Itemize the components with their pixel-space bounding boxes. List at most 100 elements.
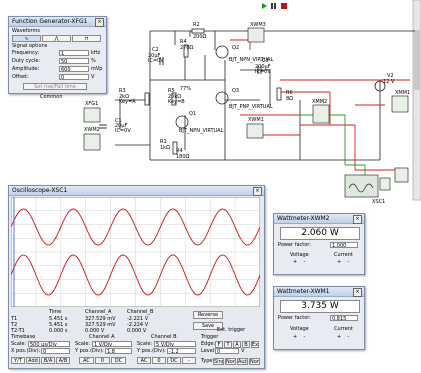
timebase-mode-button[interactable]: Y/T <box>11 357 25 364</box>
channel-a-coupling-button[interactable]: AC <box>79 357 94 364</box>
close-icon[interactable]: × <box>353 288 362 297</box>
wattmeter-xwm2-window[interactable]: Wattmeter-XWM2 × 2.060 W Power factor: 1… <box>273 213 365 275</box>
channel-b-coupling-button[interactable]: DC <box>167 357 181 364</box>
timebase-scale-field[interactable]: 500 µs/Div <box>28 341 70 347</box>
channel-b-coupling-button[interactable]: 0 <box>152 357 166 364</box>
timebase-mode-button[interactable]: A/B <box>56 357 70 364</box>
channel-a-ypos-field[interactable]: 1.8 <box>105 348 132 354</box>
channel-b-scale-field[interactable]: 5 V/Div <box>154 341 196 347</box>
component-label: IC=0V <box>115 128 131 134</box>
reverse-button[interactable]: Reverse <box>193 311 223 319</box>
oscilloscope-symbol[interactable] <box>344 167 409 198</box>
current-terminals-icon[interactable]: + - <box>337 259 349 265</box>
power-factor-value: 1.000 <box>330 242 358 248</box>
scope-display <box>11 197 260 307</box>
function-generator-title[interactable]: Function Generator-XFG1 <box>9 17 106 27</box>
trigger-edge-button[interactable]: Ext <box>251 341 259 348</box>
wattmeter-xwm1-window[interactable]: Wattmeter-XWM1 × 3.735 W Power factor: 0… <box>273 286 365 350</box>
triangle-wave-button[interactable]: ⋀ <box>42 35 71 42</box>
fg-row-unit: mVp <box>91 66 103 72</box>
signal-options-label: Signal options <box>12 43 48 49</box>
wattmeter-xwm2-title[interactable]: Wattmeter-XWM2 <box>274 214 364 224</box>
channel-b-ypos-field[interactable]: -1.2 <box>167 348 196 354</box>
meter-xwm3[interactable] <box>247 27 265 43</box>
channel-b-label: Channel B <box>151 334 177 340</box>
component-label: XWM2 <box>84 127 100 133</box>
oscilloscope-window[interactable]: Oscilloscope-XSC1 × Time Channel_A Chann… <box>8 185 265 369</box>
fg-row-value[interactable]: 1 <box>59 50 89 56</box>
readout-header-time: Time <box>49 309 62 315</box>
trigger-type-button[interactable]: Sing. <box>213 358 224 365</box>
trigger-edge-button[interactable]: A <box>233 341 241 348</box>
voltage-terminals-icon[interactable]: + - <box>293 334 305 340</box>
channel-b-coupling-button[interactable]: - <box>182 357 196 364</box>
component-label: 12 V <box>383 79 395 85</box>
trigger-level-field[interactable]: 0 <box>215 348 239 354</box>
trigger-type-label: Type <box>201 358 213 364</box>
trigger-type-button[interactable]: Nor. <box>225 358 236 365</box>
current-terminals-icon[interactable]: + - <box>337 334 349 340</box>
fg-row-label: Offset: <box>12 74 29 80</box>
meter-xwm1-symbol[interactable] <box>246 123 264 139</box>
component-label: IC=0V <box>255 69 271 75</box>
power-factor-label: Power factor: <box>278 315 311 321</box>
square-wave-button[interactable]: ⊓ <box>72 35 101 42</box>
fg-row-value[interactable]: 0 <box>59 74 89 80</box>
fg-row-label: Frequency: <box>12 50 40 56</box>
component-label: Key=B <box>168 99 185 105</box>
trigger-edge-button[interactable]: B <box>242 341 250 348</box>
component-label: R2 <box>193 22 200 28</box>
component-label: XWM1 <box>248 117 264 123</box>
trigger-edge-button[interactable]: F <box>215 341 223 348</box>
component-label: Q3 <box>232 88 240 94</box>
trigger-panel: Trigger Edge: FTABExt Level: 0 V Type Si… <box>201 334 263 366</box>
common-label: Common <box>40 94 63 100</box>
trigger-type-button[interactable]: None <box>249 358 260 365</box>
channel-a-coupling-button[interactable]: 0 <box>95 357 110 364</box>
timebase-scale-label: Scale: <box>11 341 27 347</box>
timebase-mode-button[interactable]: B/A <box>41 357 55 364</box>
fg-row-label: Duty cycle: <box>12 58 41 64</box>
component-label: IC=0V <box>148 58 164 64</box>
meter-xmm1[interactable] <box>391 95 409 113</box>
meter-xwm2-symbol[interactable] <box>83 133 101 151</box>
channel-a-ypos-label: Y pos.(Div): <box>75 348 104 354</box>
power-reading-display: 2.060 W <box>280 227 360 240</box>
readout-header-channel-a: Channel_A <box>85 309 112 315</box>
sine-wave-button[interactable]: ∿ <box>12 35 41 42</box>
meter-xmm2[interactable] <box>312 104 330 124</box>
channel-a-coupling-button[interactable]: DC <box>111 357 126 364</box>
oscilloscope-title[interactable]: Oscilloscope-XSC1 <box>9 186 264 196</box>
function-generator-symbol[interactable] <box>83 107 101 123</box>
trigger-type-button[interactable]: Auto <box>237 358 248 365</box>
timebase-xpos-field[interactable]: 0 <box>41 348 70 354</box>
waveform-selector: ∿ ⋀ ⊓ <box>12 35 102 42</box>
channel-b-panel: Channel B Scale: 5 V/Div Y pos.(Div): -1… <box>137 334 199 366</box>
cursor-readout: Time Channel_A Channel_B T1 5.451 s 327.52… <box>11 309 171 335</box>
close-icon[interactable]: × <box>95 18 104 27</box>
channel-a-label: Channel A <box>89 334 115 340</box>
wattmeter-xwm1-title[interactable]: Wattmeter-XWM1 <box>274 287 364 297</box>
component-label: XSC1 <box>372 199 386 205</box>
fg-row-value[interactable]: 50 <box>59 58 89 64</box>
close-icon[interactable]: × <box>353 215 362 224</box>
fg-row-value[interactable]: 600 <box>59 66 89 72</box>
voltage-label: Voltage <box>290 326 309 332</box>
channel-a-scale-field[interactable]: 1 V/Div <box>92 341 132 347</box>
voltage-terminals-icon[interactable]: + - <box>293 259 305 265</box>
voltage-label: Voltage <box>290 252 309 258</box>
component-label: 200Ω <box>193 34 207 40</box>
set-rise-fall-button[interactable]: Set rise/Fall time <box>23 83 87 90</box>
close-icon[interactable]: × <box>253 187 262 196</box>
run-icon[interactable] <box>262 3 267 9</box>
function-generator-window[interactable]: Function Generator-XFG1 × Waveforms ∿ ⋀ … <box>8 16 107 94</box>
component-label: Q1 <box>189 111 197 117</box>
trigger-edge-label: Edge: <box>201 341 216 347</box>
timebase-label: Timebase <box>11 334 36 340</box>
pause-icon[interactable] <box>271 3 273 9</box>
trigger-edge-button[interactable]: T <box>224 341 232 348</box>
timebase-mode-button[interactable]: Add <box>26 357 40 364</box>
stop-icon[interactable] <box>281 3 287 9</box>
channel-b-coupling-button[interactable]: AC <box>137 357 151 364</box>
ext-trigger-label: Ext. trigger <box>217 327 246 333</box>
